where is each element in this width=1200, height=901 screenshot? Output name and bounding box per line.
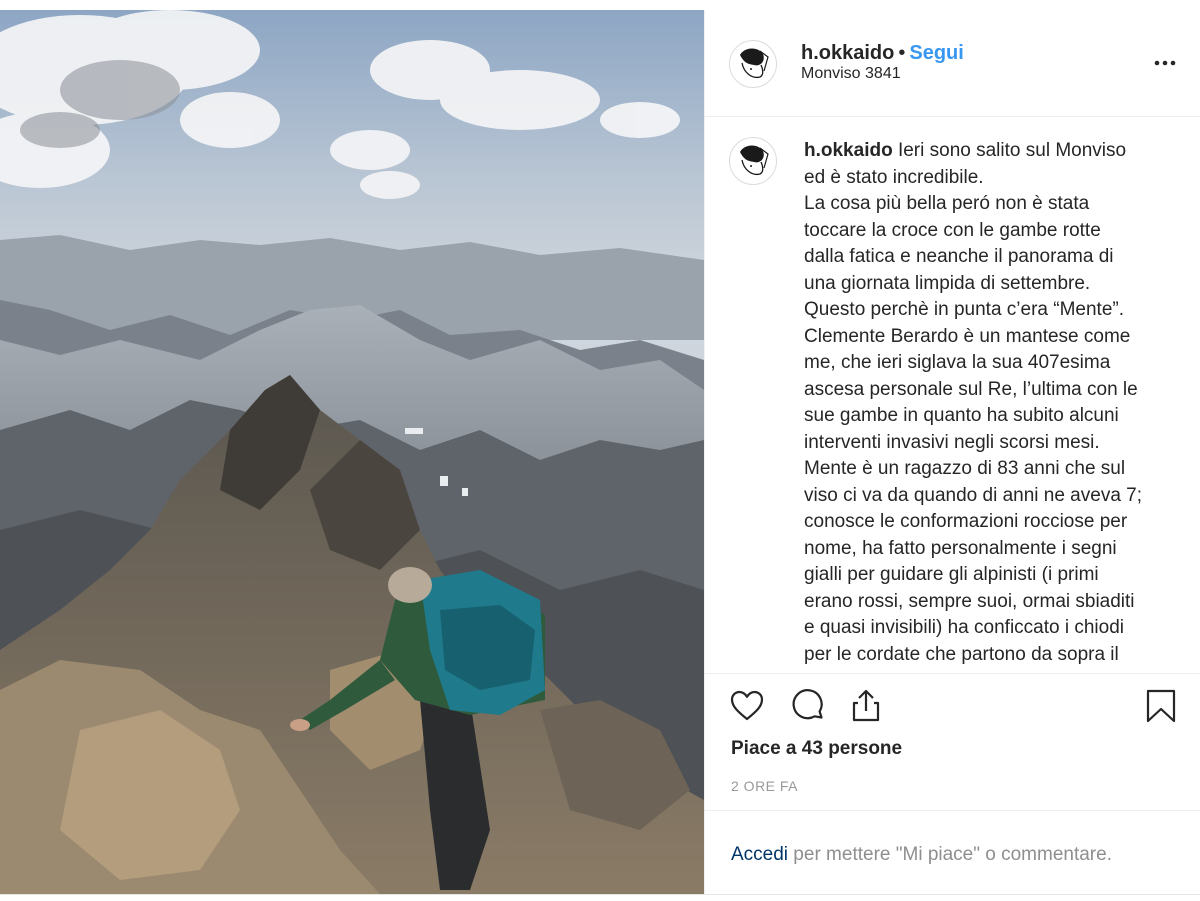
post-username[interactable]: h.okkaido <box>801 42 894 64</box>
mountain-photo <box>0 10 704 894</box>
caption-username[interactable]: h.okkaido <box>804 140 893 161</box>
login-prompt: Accedi per mettere "Mi piace" o commenta… <box>705 810 1200 895</box>
caption-avatar[interactable] <box>729 137 777 185</box>
caption-area: h.okkaido Ieri sono salito sul Monviso e… <box>705 117 1200 674</box>
more-options-icon[interactable] <box>1153 54 1177 72</box>
post-header: h.okkaido • Segui Monviso 3841 <box>705 10 1200 117</box>
separator-dot: • <box>898 42 906 64</box>
login-link[interactable]: Accedi <box>731 844 788 865</box>
likes-count[interactable]: Piace a 43 persone <box>731 738 902 760</box>
top-strip <box>0 0 1200 10</box>
comment-icon[interactable] <box>790 688 826 724</box>
login-rest-text: per mettere "Mi piace" o commentare. <box>788 844 1112 865</box>
action-bar <box>705 674 1200 734</box>
post-location[interactable]: Monviso 3841 <box>801 65 901 83</box>
avatar-sketch-icon <box>740 145 769 176</box>
bookmark-icon[interactable] <box>1143 688 1179 724</box>
avatar[interactable] <box>729 40 777 88</box>
avatar-sketch-icon <box>740 48 769 79</box>
heart-icon[interactable] <box>729 688 765 724</box>
post-photo[interactable] <box>0 10 704 894</box>
caption-text: h.okkaido Ieri sono salito sul Monviso e… <box>804 138 1179 668</box>
follow-button[interactable]: Segui <box>909 42 963 64</box>
post-panel: h.okkaido • Segui Monviso 3841 h.okkaido I… <box>704 10 1200 894</box>
post-timestamp[interactable]: 2 ORE FA <box>731 778 798 794</box>
caption-body: Ieri sono salito sul Monviso ed è stato … <box>804 140 1143 665</box>
share-icon[interactable] <box>848 688 884 724</box>
